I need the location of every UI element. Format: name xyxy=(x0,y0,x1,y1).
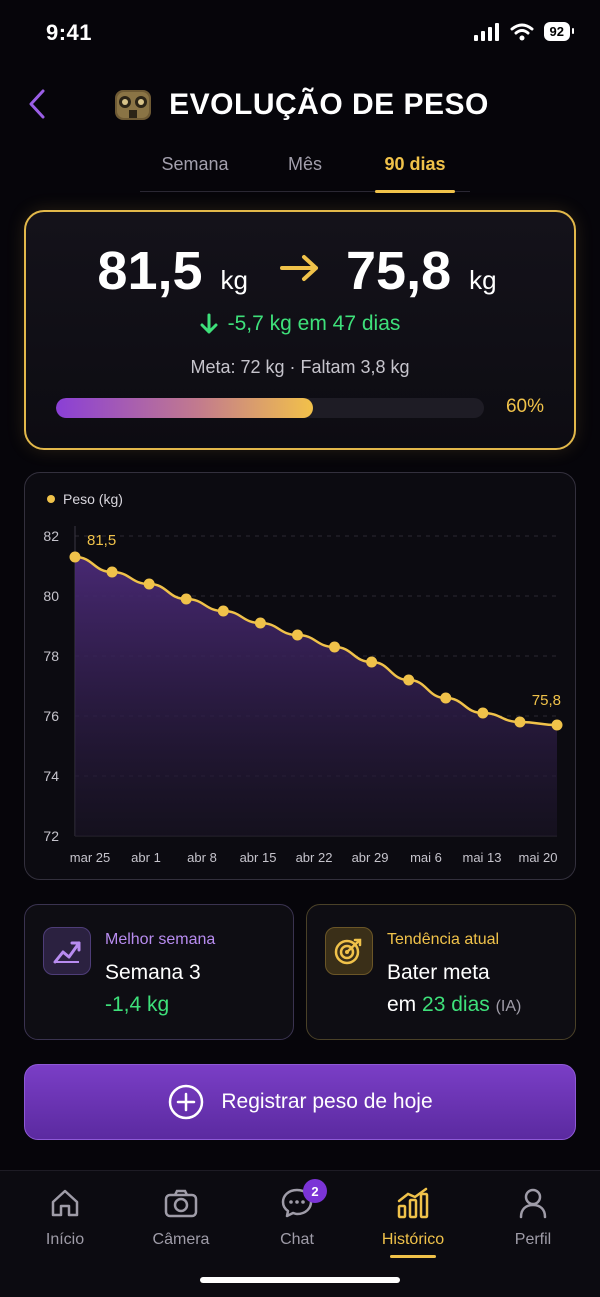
chart-point xyxy=(440,692,452,704)
register-weight-button[interactable]: Registrar peso de hoje xyxy=(24,1064,576,1140)
chart-point xyxy=(180,593,192,605)
chart-point xyxy=(254,617,266,629)
trend-chart-icon xyxy=(43,927,91,975)
chart-point xyxy=(366,656,378,668)
status-time: 9:41 xyxy=(46,20,93,45)
data-label-first: 81,5 xyxy=(87,532,116,549)
best-week-label: Melhor semana xyxy=(105,931,216,948)
chart-legend: Peso (kg) xyxy=(47,491,123,507)
best-week-card[interactable]: Melhor semana Semana 3 -1,4 kg xyxy=(24,904,294,1040)
chart-point xyxy=(143,578,155,590)
chart-point xyxy=(514,716,526,728)
chart-point xyxy=(329,641,341,653)
target-icon xyxy=(325,927,373,975)
plus-circle-icon xyxy=(169,1084,204,1120)
x-tick-label: mai 13 xyxy=(462,850,501,865)
nav-perfil[interactable]: Perfil xyxy=(483,1183,583,1249)
chart-point xyxy=(106,566,118,578)
tab-semana[interactable]: Semana xyxy=(140,146,250,191)
goal-progress-bar xyxy=(56,398,484,418)
weight-delta-text: -5,7 kg em 47 dias xyxy=(227,312,401,335)
x-tick-label: abr 15 xyxy=(240,850,277,865)
page-title: EVOLUÇÃO DE PESO xyxy=(169,88,489,121)
start-weight: 81,5 xyxy=(97,241,203,301)
y-tick-label: 78 xyxy=(43,648,59,664)
data-label-last: 75,8 xyxy=(532,692,561,709)
chart-bars-icon xyxy=(363,1183,463,1223)
goal-progress-label: 60% xyxy=(505,396,544,417)
arrow-right-icon xyxy=(280,255,318,281)
arrow-down-icon xyxy=(200,313,218,334)
x-tick-label: mai 6 xyxy=(410,850,442,865)
x-tick-label: abr 22 xyxy=(296,850,333,865)
nav-historico[interactable]: Histórico xyxy=(363,1183,463,1258)
tab-90-dias[interactable]: 90 dias xyxy=(360,146,470,193)
cellular-signal-icon xyxy=(473,22,499,41)
wifi-icon xyxy=(510,23,534,40)
tab-mes[interactable]: Mês xyxy=(250,146,360,191)
weight-change-row: 81,5 kg 75,8 kg xyxy=(26,240,574,302)
header: EVOLUÇÃO DE PESO xyxy=(0,72,600,136)
start-weight-unit: kg xyxy=(220,265,248,295)
chart-point xyxy=(403,674,415,686)
nav-inicio-label: Início xyxy=(45,1231,85,1248)
chat-unread-badge: 2 xyxy=(303,1179,327,1203)
scale-icon xyxy=(115,90,152,120)
title-wrap: EVOLUÇÃO DE PESO xyxy=(0,86,600,124)
trend-ai-tag: (IA) xyxy=(495,998,522,1015)
chart-point xyxy=(551,719,563,731)
goal-progress-fill xyxy=(56,398,313,418)
nav-inicio[interactable]: Início xyxy=(15,1183,115,1249)
user-icon xyxy=(483,1183,583,1223)
trend-days: 23 dias xyxy=(422,993,490,1016)
home-indicator xyxy=(200,1277,400,1283)
battery-indicator: 92 xyxy=(543,22,575,41)
chart-point xyxy=(69,551,81,563)
status-bar: 9:41 92 xyxy=(0,0,600,64)
best-week-value: Semana 3 xyxy=(105,961,201,984)
nav-camera-label: Câmera xyxy=(152,1231,210,1248)
y-tick-label: 74 xyxy=(43,768,59,784)
home-icon xyxy=(15,1183,115,1223)
status-icons: 92 xyxy=(473,22,575,41)
trend-line2: em 23 dias (IA) xyxy=(387,993,521,1017)
weight-chart-card: 82 80 78 76 74 72 81,5 75,8 mar 25 abr 1 abr 8 abr … xyxy=(24,472,576,880)
chat-icon: 2 xyxy=(247,1179,347,1223)
goal-line: Meta: 72 kg · Faltam 3,8 kg xyxy=(190,357,410,377)
weight-delta: -5,7 kg em 47 dias xyxy=(26,312,574,336)
nav-chat-label: Chat xyxy=(280,1231,314,1248)
weight-chart: 82 80 78 76 74 72 81,5 75,8 mar 25 abr 1 abr 8 abr … xyxy=(43,526,563,865)
chart-point xyxy=(477,707,489,719)
nav-perfil-label: Perfil xyxy=(514,1231,552,1248)
end-weight: 75,8 xyxy=(346,241,452,301)
trend-card[interactable]: Tendência atual Bater meta em 23 dias (I… xyxy=(306,904,576,1040)
trend-line1: Bater meta xyxy=(387,961,490,984)
x-tick-label: mar 25 xyxy=(70,850,110,865)
chart-point xyxy=(291,629,303,641)
period-tabs: Semana Mês 90 dias xyxy=(140,146,470,193)
nav-active-indicator xyxy=(390,1255,436,1258)
legend-label: Peso (kg) xyxy=(63,491,123,507)
trend-label: Tendência atual xyxy=(387,931,500,948)
nav-historico-label: Histórico xyxy=(381,1231,445,1248)
y-tick-label: 80 xyxy=(43,588,59,604)
x-tick-label: abr 29 xyxy=(352,850,389,865)
best-week-delta: -1,4 kg xyxy=(105,993,170,1016)
register-weight-label: Registrar peso de hoje xyxy=(221,1090,433,1113)
y-tick-label: 82 xyxy=(43,528,59,544)
nav-chat[interactable]: 2 Chat xyxy=(247,1179,347,1249)
chart-area-fill xyxy=(75,557,557,836)
chart-point xyxy=(217,605,229,617)
camera-icon xyxy=(131,1183,231,1223)
x-tick-label: abr 8 xyxy=(187,850,217,865)
x-tick-label: mai 20 xyxy=(518,850,557,865)
y-tick-label: 72 xyxy=(43,828,59,844)
end-weight-unit: kg xyxy=(469,265,497,295)
y-tick-label: 76 xyxy=(43,708,59,724)
legend-dot xyxy=(47,495,55,503)
weight-summary-card: 81,5 kg 75,8 kg -5,7 kg em 47 dias Meta:… xyxy=(24,210,576,450)
nav-camera[interactable]: Câmera xyxy=(131,1183,231,1249)
x-tick-label: abr 1 xyxy=(131,850,161,865)
trend-line2-prefix: em xyxy=(387,993,417,1016)
